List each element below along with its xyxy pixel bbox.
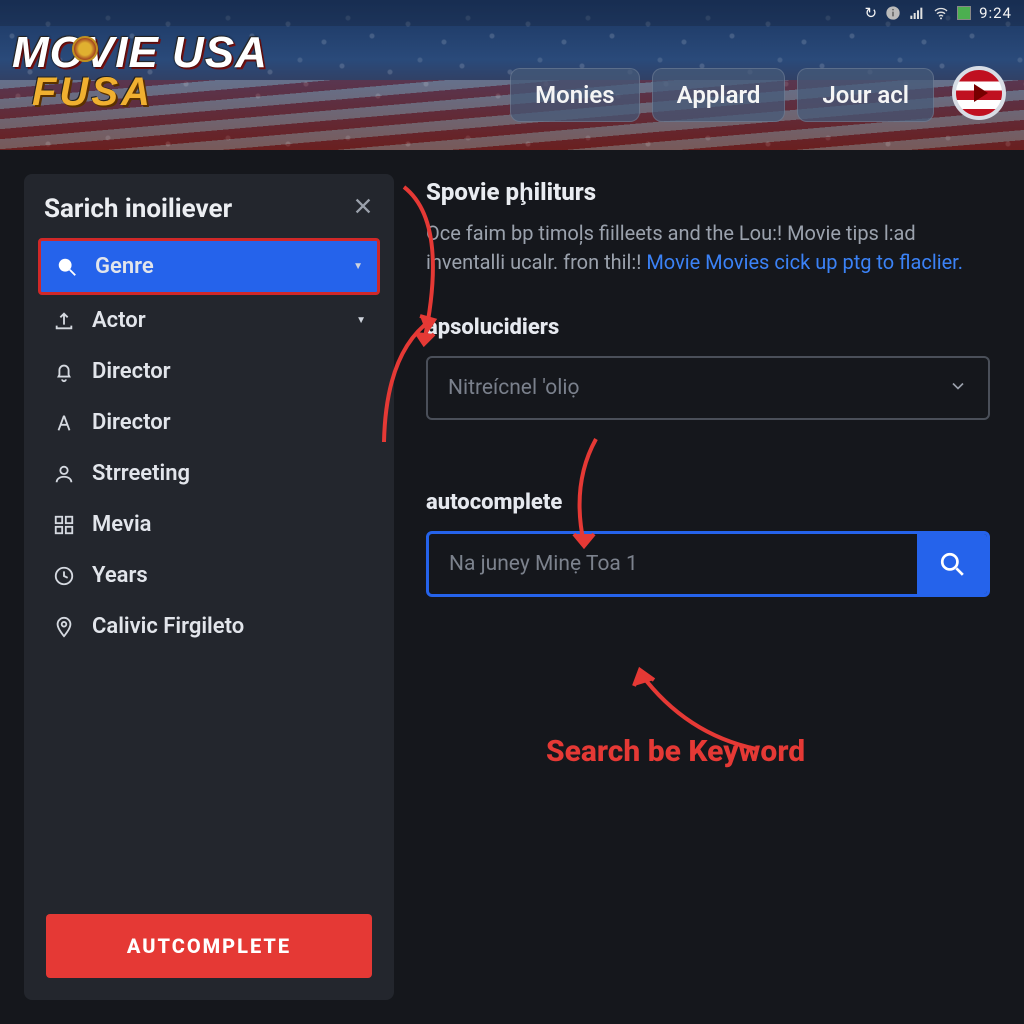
pin-icon [52,616,76,638]
category-dropdown[interactable]: Nitreícnel 'oliọ [426,356,990,420]
dropdown-placeholder: Nitreícnel 'oliọ [448,376,579,400]
chevron-down-icon: ▼ [356,315,366,326]
filter-media[interactable]: Mevia [38,499,380,550]
filter-director-2[interactable]: Director [38,397,380,448]
battery-icon [957,6,971,20]
grid-icon [52,514,76,536]
section-apsolucidiers-label: apsolucidiers [426,315,990,340]
header-nav: Monies Applard Jour acl [510,68,934,122]
main-panel: Spovie pḩiliturs Oce faim bp timoļs fiil… [416,174,1000,1000]
status-bar: ↻ 9:24 [0,0,1024,26]
info-icon [885,5,901,21]
search-icon [939,551,965,577]
filter-label: Mevia [92,512,152,537]
annotation-search-keyword: Search be Keyword [546,734,805,769]
chevron-down-icon [948,376,968,400]
search-button[interactable] [917,534,987,594]
filter-label: Genre [95,254,154,279]
filter-label: Years [92,563,148,588]
wifi-icon [933,5,949,21]
desc-link[interactable]: Movie Movies cick up ptg to flaclier. [646,250,963,274]
content-area: Sarich inoiliever Genre ▼ Actor ▼ Direct… [0,150,1024,1024]
filter-label: Director [92,359,171,384]
search-box [426,531,990,597]
close-icon[interactable] [352,194,374,224]
nav-jouracl[interactable]: Jour acl [797,68,934,122]
bell-icon [52,361,76,383]
clock-icon [52,565,76,587]
filter-label: Calivic Firgileto [92,614,244,639]
filter-list: Genre ▼ Actor ▼ Director Director Strree… [24,238,394,652]
page-heading: Spovie pḩiliturs [426,178,990,207]
nav-monies[interactable]: Monies [510,68,639,122]
search-icon [55,256,79,278]
filter-director-1[interactable]: Director [38,346,380,397]
flag-play-icon[interactable] [952,66,1006,120]
nav-applard[interactable]: Applard [652,68,786,122]
filter-label: Director [92,410,171,435]
filter-label: Actor [92,308,146,333]
filter-streaming[interactable]: Strreeting [38,448,380,499]
filter-genre[interactable]: Genre ▼ [38,238,380,295]
text-icon [52,412,76,434]
filter-sidebar: Sarich inoiliever Genre ▼ Actor ▼ Direct… [24,174,394,1000]
autocomplete-button[interactable]: AUTCOMPLETE [46,914,372,978]
chevron-down-icon: ▼ [353,261,363,272]
filter-years[interactable]: Years [38,550,380,601]
search-input[interactable] [429,534,917,594]
section-autocomplete-label: autocomplete [426,490,990,515]
upload-icon [52,310,76,332]
status-time: 9:24 [979,4,1012,22]
refresh-icon: ↻ [864,4,877,22]
filter-actor[interactable]: Actor ▼ [38,295,380,346]
page-description: Oce faim bp timoļs fiilleets and the Lou… [426,219,990,277]
signal-icon [909,5,925,21]
person-icon [52,463,76,485]
filter-location[interactable]: Calivic Firgileto [38,601,380,652]
app-logo[interactable]: MOVIE USA FUSA [12,28,268,115]
filter-label: Strreeting [92,461,190,486]
sidebar-title: Sarich inoiliever [44,194,232,224]
logo-badge-icon [72,36,98,62]
